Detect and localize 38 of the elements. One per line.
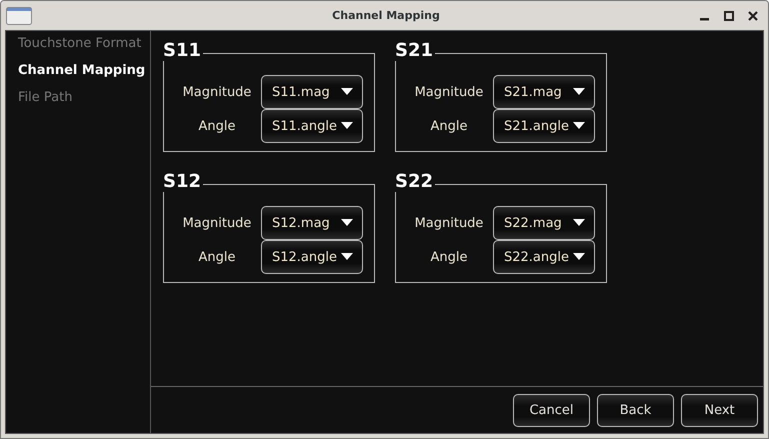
caret-icon — [341, 122, 353, 130]
sidebar-item[interactable]: File Path — [6, 90, 150, 117]
field-label: Angle — [430, 118, 468, 134]
field-label: Magnitude — [182, 84, 252, 100]
field-label: Angle — [198, 250, 236, 264]
caret-icon — [573, 253, 585, 261]
caret-icon — [573, 88, 585, 96]
dropdown[interactable]: S21.angle — [493, 109, 595, 143]
dropdown[interactable]: S12.mag — [261, 206, 363, 240]
field-label: Magnitude — [414, 216, 484, 230]
close-icon[interactable] — [748, 10, 758, 20]
maximize-icon[interactable] — [724, 10, 734, 20]
sidebar-item[interactable]: Channel Mapping — [6, 63, 150, 90]
field-label: Magnitude — [414, 84, 484, 100]
caret-icon — [573, 219, 585, 227]
field-label: Angle — [198, 118, 236, 134]
dropdown[interactable]: S21.mag — [493, 75, 595, 109]
dialog-button[interactable]: Next — [681, 394, 758, 426]
dropdown[interactable]: S11.angle — [261, 109, 363, 143]
field-label: Angle — [430, 250, 468, 264]
dropdown[interactable]: S22.mag — [493, 206, 595, 240]
window-title: Channel Mapping — [331, 9, 441, 22]
dialog-button[interactable]: Back — [597, 394, 674, 426]
caret-icon — [341, 88, 353, 96]
window-icon — [6, 6, 32, 24]
caret-icon — [341, 253, 353, 261]
group-title: S12 — [163, 172, 204, 192]
caret-icon — [573, 122, 585, 130]
dropdown[interactable]: S22.angle — [493, 240, 595, 274]
group-title: S21 — [395, 41, 436, 61]
dialog-button[interactable]: Cancel — [513, 394, 590, 426]
field-label: Magnitude — [182, 216, 252, 230]
caret-icon — [341, 219, 353, 227]
dropdown[interactable]: S12.angle — [261, 240, 363, 274]
sidebar-item[interactable]: Touchstone Format — [6, 36, 150, 63]
group-title: S22 — [395, 172, 436, 192]
dropdown[interactable]: S11.mag — [261, 75, 363, 109]
group-title: S11 — [163, 41, 204, 61]
